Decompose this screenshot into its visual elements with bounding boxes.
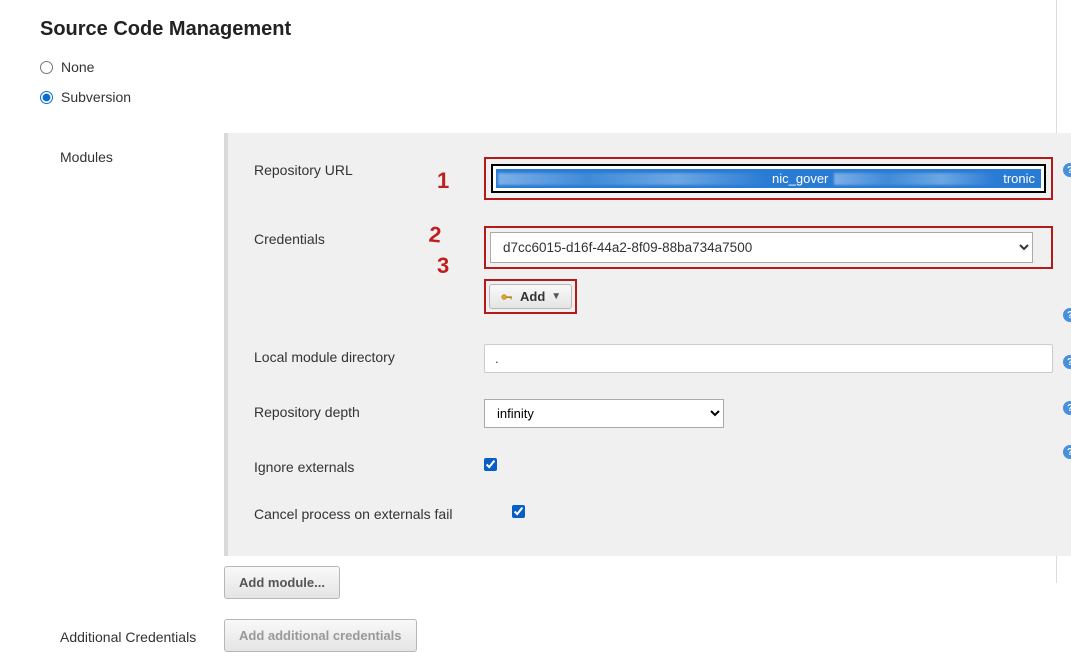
help-icon[interactable]: ? bbox=[1063, 355, 1071, 369]
repo-url-input[interactable]: nic_gover tronic bbox=[496, 169, 1041, 188]
radio-subversion[interactable] bbox=[40, 91, 53, 104]
row-credentials: Credentials d7cc6015-d16f-44a2-8f09-88ba… bbox=[228, 226, 1071, 269]
cancel-on-fail-checkbox[interactable] bbox=[512, 505, 525, 518]
redacted-url-segment-2 bbox=[834, 173, 995, 185]
label-credentials: Credentials bbox=[254, 226, 484, 247]
add-additional-credentials-button[interactable]: Add additional credentials bbox=[224, 619, 417, 652]
radio-none-label: None bbox=[61, 59, 94, 75]
row-cancel-on-fail: Cancel process on externals fail ? bbox=[228, 501, 1071, 522]
label-local-dir: Local module directory bbox=[254, 344, 484, 365]
help-icon[interactable]: ? bbox=[1063, 163, 1071, 177]
modules-section-label: Modules bbox=[0, 133, 224, 599]
url-mid-text: nic_gover bbox=[772, 171, 828, 186]
label-depth: Repository depth bbox=[254, 399, 484, 420]
label-repo-url: Repository URL bbox=[254, 157, 484, 178]
annotation-box-3: Add ▼ bbox=[484, 279, 577, 314]
row-local-dir: Local module directory ? bbox=[228, 344, 1071, 373]
module-panel: Repository URL nic_gover tronic bbox=[224, 133, 1071, 556]
label-cancel-on-fail: Cancel process on externals fail bbox=[254, 501, 512, 522]
radio-subversion-label: Subversion bbox=[61, 89, 131, 105]
caret-down-icon: ▼ bbox=[551, 291, 561, 302]
annotation-box-2: d7cc6015-d16f-44a2-8f09-88ba734a7500 bbox=[484, 226, 1053, 269]
add-credentials-button[interactable]: Add ▼ bbox=[489, 284, 572, 309]
scm-option-subversion[interactable]: Subversion bbox=[40, 89, 1071, 105]
scm-option-none[interactable]: None bbox=[40, 59, 1071, 75]
additional-creds-section: Additional Credentials Add additional cr… bbox=[0, 619, 1071, 652]
local-dir-input[interactable] bbox=[484, 344, 1053, 373]
modules-section: Modules Repository URL nic_gover tronic bbox=[0, 133, 1071, 599]
section-title: Source Code Management bbox=[0, 0, 1071, 59]
key-icon bbox=[500, 290, 514, 304]
add-button-label: Add bbox=[520, 289, 545, 304]
label-empty bbox=[254, 279, 484, 284]
url-suffix-text: tronic bbox=[1001, 171, 1037, 186]
ignore-externals-checkbox[interactable] bbox=[484, 458, 497, 471]
annotation-box-1: nic_gover tronic bbox=[484, 157, 1053, 200]
repo-url-input-wrapper[interactable]: nic_gover tronic bbox=[491, 164, 1046, 193]
row-depth: Repository depth infinity ? bbox=[228, 399, 1071, 428]
credentials-select[interactable]: d7cc6015-d16f-44a2-8f09-88ba734a7500 bbox=[490, 232, 1033, 263]
depth-select[interactable]: infinity bbox=[484, 399, 724, 428]
redacted-url-segment bbox=[498, 173, 766, 185]
help-icon[interactable]: ? bbox=[1063, 401, 1071, 415]
label-ignore-externals: Ignore externals bbox=[254, 454, 484, 475]
additional-creds-label: Additional Credentials bbox=[0, 619, 224, 652]
row-repo-url: Repository URL nic_gover tronic bbox=[228, 157, 1071, 200]
scm-radio-group: None Subversion bbox=[0, 59, 1071, 133]
row-add-credentials: Add ▼ bbox=[228, 279, 1071, 314]
help-icon[interactable]: ? bbox=[1063, 445, 1071, 459]
row-ignore-externals: Ignore externals ? bbox=[228, 454, 1071, 475]
help-icon[interactable]: ? bbox=[1063, 308, 1071, 322]
radio-none[interactable] bbox=[40, 61, 53, 74]
